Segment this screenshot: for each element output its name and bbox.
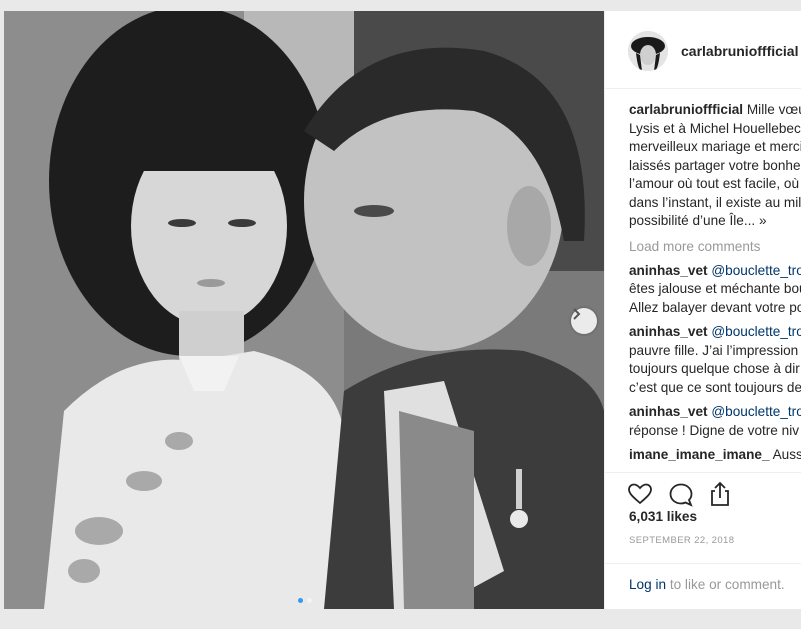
- caption-line: merveilleux mariage et merci: [629, 139, 801, 154]
- caption-line: laissés partager votre bonhe: [629, 157, 801, 173]
- comment-line: réponse ! Digne de votre niv: [629, 422, 800, 438]
- comment-username[interactable]: aninhas_vet: [629, 404, 708, 419]
- caption-username[interactable]: carlabrunioffficial: [629, 102, 743, 117]
- header-username-text[interactable]: carlabrunioffficial: [681, 43, 798, 59]
- comments-section: carlabrunioffficial Mille vœux Lysis et …: [629, 101, 801, 465]
- likes-count[interactable]: 6,031 likes: [629, 509, 697, 524]
- comment-line: êtes jalouse et méchante bou: [629, 281, 801, 296]
- post-photo[interactable]: [4, 11, 604, 609]
- comment-item: aninhas_vet @bouclette_trop réponse ! Di…: [629, 403, 801, 440]
- comment-line: c’est que ce sont toujours de: [629, 379, 801, 395]
- photo-illustration: [4, 11, 604, 609]
- login-suffix-text: to like or comment.: [666, 577, 785, 592]
- comment-icon[interactable]: [668, 481, 694, 507]
- chevron-right-icon: [573, 308, 581, 320]
- avatar[interactable]: [628, 31, 668, 71]
- heart-icon[interactable]: [627, 481, 653, 507]
- comment-line: pauvre fille. J’ai l’impression c: [629, 342, 801, 358]
- avatar-image: [628, 31, 668, 71]
- share-icon[interactable]: [707, 481, 733, 507]
- comment-item: imane_imane_imane_ Aussi: [629, 446, 801, 465]
- comment-item: aninhas_vet @bouclette_trop pauvre fille…: [629, 323, 801, 397]
- comment-mention[interactable]: @bouclette_trop: [711, 404, 801, 419]
- login-prompt: Log in to like or comment.: [605, 563, 801, 609]
- post-caption: carlabrunioffficial Mille vœux Lysis et …: [629, 101, 801, 231]
- post-date[interactable]: SEPTEMBER 22, 2018: [629, 535, 734, 546]
- next-photo-button[interactable]: [571, 308, 597, 334]
- comment-item: aninhas_vet @bouclette_trop êtes jalouse…: [629, 262, 801, 318]
- caption-line: l’amour où tout est facile, où: [629, 176, 800, 191]
- caption-line: dans l’instant, il existe au mil: [629, 194, 801, 210]
- post-side-panel: carlabrunioffficial carlabrunioffficial …: [604, 11, 801, 609]
- post-header: carlabrunioffficial: [605, 11, 801, 89]
- login-link[interactable]: Log in: [629, 577, 666, 592]
- caption-line: Mille vœux: [746, 102, 801, 117]
- instagram-post: carlabrunioffficial carlabrunioffficial …: [0, 0, 801, 629]
- caption-line: Lysis et à Michel Houellebecq: [629, 120, 801, 136]
- carousel-dot: [307, 598, 312, 603]
- caption-line: possibilité d’une Île... »: [629, 213, 767, 228]
- comment-username[interactable]: imane_imane_imane_: [629, 447, 770, 462]
- comment-line: toujours quelque chose à dir: [629, 361, 800, 376]
- carousel-dot-active: [298, 598, 303, 603]
- load-more-comments-link[interactable]: Load more comments: [629, 238, 801, 256]
- action-bar: [605, 472, 801, 508]
- comment-mention[interactable]: @bouclette_trop: [711, 263, 801, 278]
- comment-username[interactable]: aninhas_vet: [629, 324, 708, 339]
- carousel-dots: [298, 598, 312, 603]
- comment-username[interactable]: aninhas_vet: [629, 263, 708, 278]
- header-username[interactable]: carlabrunioffficial: [681, 43, 801, 59]
- comment-mention[interactable]: @bouclette_trop: [711, 324, 801, 339]
- comment-text: Aussi: [772, 447, 801, 462]
- comment-line: Allez balayer devant votre po: [629, 299, 801, 315]
